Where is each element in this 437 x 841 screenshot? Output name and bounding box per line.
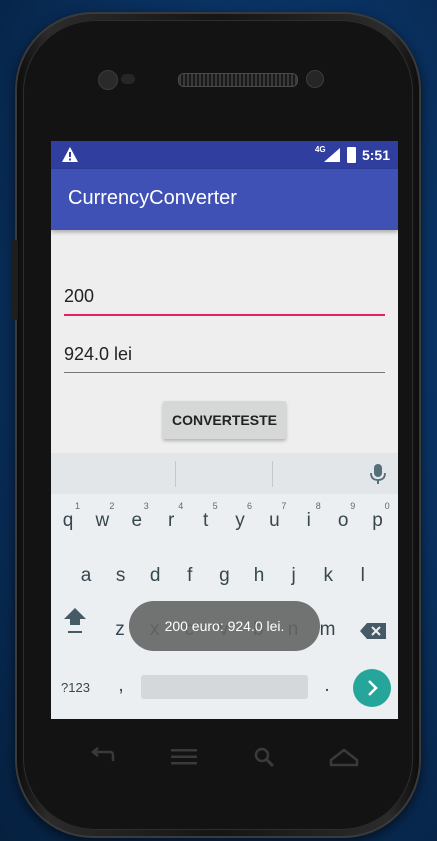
chevron-right-icon [368, 680, 378, 696]
proximity-sensor [121, 74, 135, 84]
key-t[interactable]: t [191, 510, 221, 532]
status-bar: 4G 5:51 [51, 141, 398, 169]
signal-icon: 4G [315, 145, 341, 163]
key-j[interactable]: j [279, 565, 309, 587]
key-d[interactable]: d [140, 565, 170, 587]
symbols-key[interactable]: ?123 [61, 680, 90, 695]
key-k[interactable]: k [313, 565, 343, 587]
key-f[interactable]: f [175, 565, 205, 587]
front-camera [306, 70, 324, 88]
key-l[interactable]: l [348, 565, 378, 587]
battery-icon [346, 147, 356, 163]
app-bar: CurrencyConverter [51, 169, 398, 230]
toast-message: 200 euro: 924.0 lei. [129, 601, 320, 651]
result-field[interactable]: 924.0 lei [64, 342, 385, 373]
convert-button[interactable]: CONVERTESTE [163, 401, 286, 439]
suggestion-divider [175, 461, 176, 487]
key-hint: 7 [281, 501, 287, 511]
key-hint: 2 [109, 501, 115, 511]
amount-input[interactable]: 200 [64, 284, 385, 316]
comma-key[interactable]: , [106, 675, 136, 697]
app-title: CurrencyConverter [68, 187, 237, 209]
result-value: 924.0 lei [64, 344, 133, 364]
menu-icon[interactable] [170, 748, 198, 766]
backspace-icon[interactable] [359, 621, 387, 641]
home-icon[interactable] [329, 746, 359, 768]
key-e[interactable]: e [122, 510, 152, 532]
key-hint: 3 [143, 501, 149, 511]
key-o[interactable]: o [328, 510, 358, 532]
key-q[interactable]: q [53, 510, 83, 532]
key-a[interactable]: a [71, 565, 101, 587]
key-i[interactable]: i [294, 510, 324, 532]
enter-button[interactable] [353, 669, 391, 707]
key-g[interactable]: g [209, 565, 239, 587]
warning-icon [62, 147, 78, 162]
key-r[interactable]: r [156, 510, 186, 532]
key-u[interactable]: u [259, 510, 289, 532]
microphone-icon[interactable] [370, 463, 386, 485]
search-icon[interactable] [253, 746, 275, 768]
key-hint: 6 [247, 501, 253, 511]
key-hint: 4 [178, 501, 184, 511]
key-hint: 5 [212, 501, 218, 511]
space-bar[interactable] [141, 675, 308, 699]
key-y[interactable]: y [225, 510, 255, 532]
key-hint: 8 [315, 501, 321, 511]
period-key[interactable]: . [312, 675, 342, 697]
front-sensor [98, 70, 118, 90]
key-hint: 0 [384, 501, 390, 511]
key-w[interactable]: w [87, 510, 117, 532]
back-icon[interactable] [88, 747, 116, 767]
status-time: 5:51 [361, 147, 390, 163]
key-s[interactable]: s [106, 565, 136, 587]
status-indicators: 4G 5:51 [315, 141, 390, 169]
key-hint: 9 [350, 501, 356, 511]
soft-keyboard: q1w2e3r4t5y6u7i8o9p0 asdfghjkl zxcvbnm ?… [51, 453, 398, 719]
suggestion-divider [272, 461, 273, 487]
suggestion-strip [51, 453, 398, 494]
shift-icon[interactable] [62, 605, 88, 635]
key-h[interactable]: h [244, 565, 274, 587]
phone-screen: 4G 5:51 CurrencyConverter 200 924.0 lei … [51, 141, 398, 719]
phone-side-button [12, 240, 18, 320]
key-hint: 1 [75, 501, 81, 511]
earpiece-speaker [178, 73, 298, 87]
network-type: 4G [314, 145, 326, 154]
key-p[interactable]: p [363, 510, 393, 532]
amount-value: 200 [64, 286, 95, 306]
